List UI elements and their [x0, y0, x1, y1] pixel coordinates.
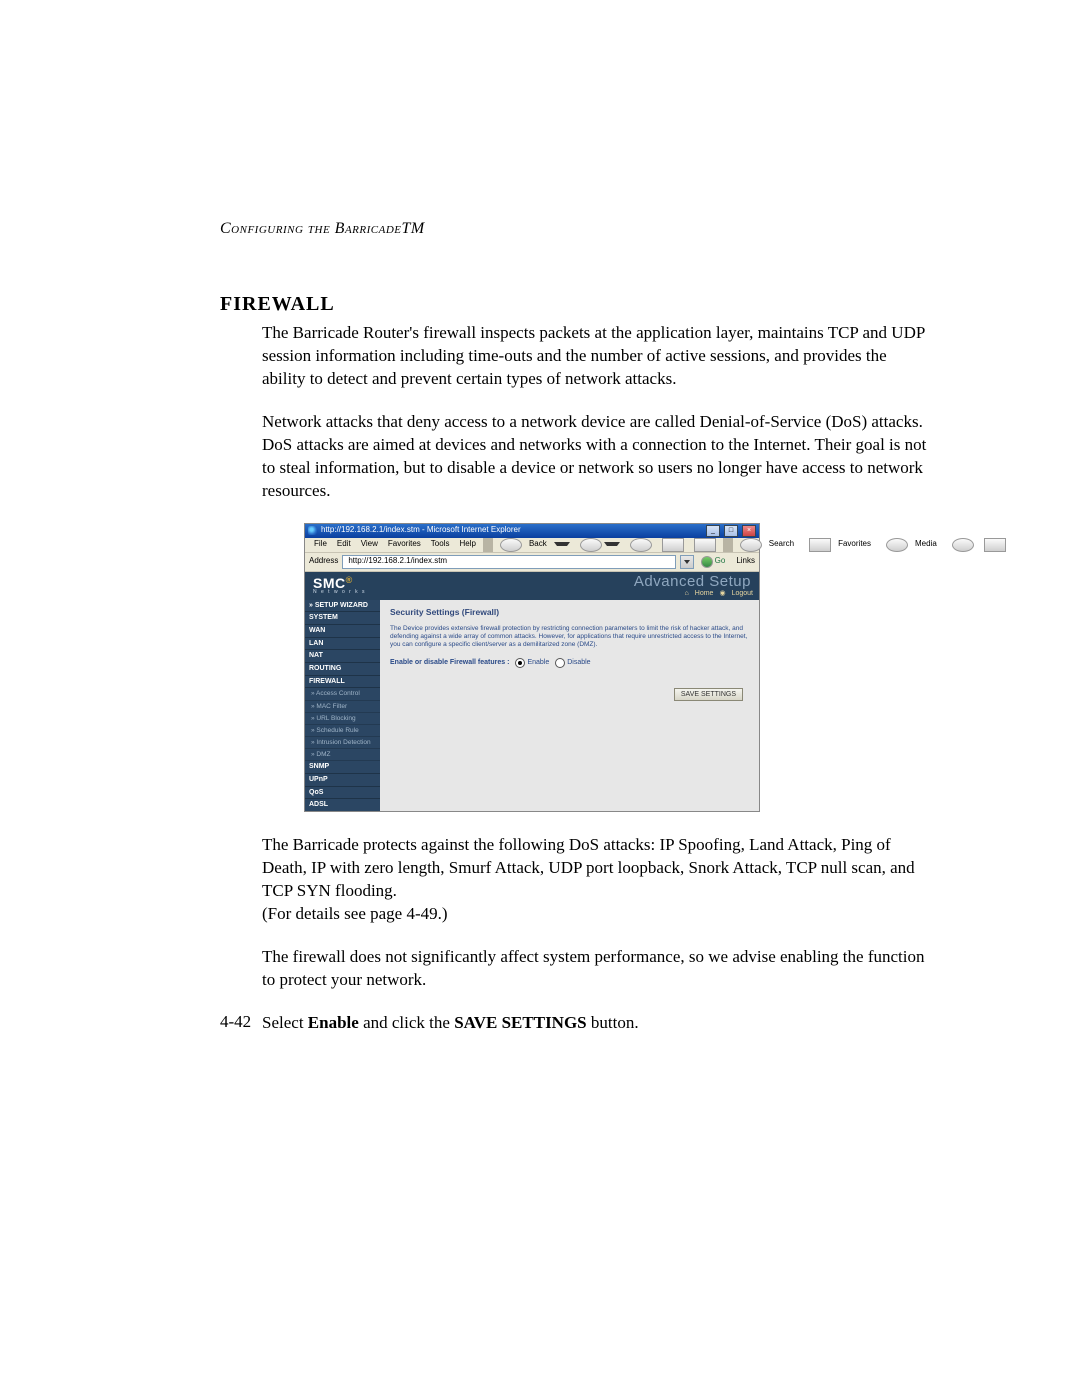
nav-url-blocking[interactable]: » URL Blocking — [305, 713, 380, 725]
close-button[interactable]: × — [742, 525, 756, 537]
nav-firewall[interactable]: FIREWALL — [305, 676, 380, 689]
logout-link[interactable]: Logout — [732, 590, 753, 598]
nav-nat[interactable]: NAT — [305, 650, 380, 663]
home-icon — [694, 538, 716, 552]
radio-icon — [555, 658, 565, 668]
forward-icon — [580, 538, 602, 552]
nav-access-control[interactable]: » Access Control — [305, 688, 380, 700]
titlebar: http://192.168.2.1/index.stm - Microsoft… — [305, 524, 759, 538]
menu-favorites[interactable]: Favorites — [383, 539, 426, 550]
links-label[interactable]: Links — [736, 557, 755, 566]
radio-icon — [515, 658, 525, 668]
ie-icon — [308, 526, 317, 535]
nav-schedule-rule[interactable]: » Schedule Rule — [305, 725, 380, 737]
nav-intrusion-detection[interactable]: » Intrusion Detection — [305, 737, 380, 749]
address-bar: Address http://192.168.2.1/index.stm Go … — [305, 553, 759, 572]
search-icon — [740, 538, 762, 552]
favorites-button[interactable]: Favorites — [804, 537, 881, 553]
nav-mac-filter[interactable]: » MAC Filter — [305, 701, 380, 713]
section-banner: Advanced Setup — [634, 574, 751, 591]
router-nav: » SETUP WIZARD SYSTEM WAN LAN NAT ROUTIN… — [305, 600, 380, 811]
home-link[interactable]: Home — [695, 590, 714, 598]
stop-button[interactable] — [625, 537, 657, 553]
stop-icon — [630, 538, 652, 552]
window-title: http://192.168.2.1/index.stm - Microsoft… — [321, 526, 521, 535]
chevron-down-icon — [604, 542, 620, 548]
search-button[interactable]: Search — [735, 537, 804, 553]
menu-edit[interactable]: Edit — [332, 539, 356, 550]
section-title: FIREWALL — [220, 293, 930, 316]
main-description: The Device provides extensive firewall p… — [390, 625, 749, 648]
media-button[interactable]: Media — [881, 537, 947, 553]
router-header: SMC® N e t w o r k s Advanced Setup ⌂ Ho… — [305, 572, 759, 600]
nav-dmz[interactable]: » DMZ — [305, 749, 380, 761]
address-input[interactable]: http://192.168.2.1/index.stm — [342, 555, 675, 569]
save-settings-button[interactable]: SAVE SETTINGS — [674, 688, 743, 701]
refresh-icon — [662, 538, 684, 552]
forward-button[interactable] — [575, 537, 625, 553]
nav-lan[interactable]: LAN — [305, 638, 380, 651]
mail-icon — [984, 538, 1006, 552]
paragraph-3: The Barricade protects against the follo… — [262, 834, 930, 926]
star-icon — [809, 538, 831, 552]
home-icon: ⌂ — [685, 590, 689, 598]
history-button[interactable] — [947, 537, 979, 553]
paragraph-4: The firewall does not significantly affe… — [262, 946, 930, 992]
chevron-down-icon — [554, 542, 570, 548]
logout-icon: ◉ — [719, 590, 725, 598]
nav-snmp[interactable]: SNMP — [305, 761, 380, 774]
nav-adsl[interactable]: ADSL — [305, 799, 380, 811]
nav-wan[interactable]: WAN — [305, 625, 380, 638]
back-icon — [500, 538, 522, 552]
mail-button[interactable] — [979, 537, 1011, 553]
nav-qos[interactable]: QoS — [305, 787, 380, 800]
menu-tools[interactable]: Tools — [426, 539, 455, 550]
media-icon — [886, 538, 908, 552]
menu-file[interactable]: File — [309, 539, 332, 550]
menubar: File Edit View Favorites Tools Help Back — [305, 538, 759, 553]
nav-system[interactable]: SYSTEM — [305, 612, 380, 625]
control-label: Enable or disable Firewall features : — [390, 659, 509, 667]
running-header: Configuring the BarricadeTM — [220, 220, 930, 238]
nav-upnp[interactable]: UPnP — [305, 774, 380, 787]
nav-routing[interactable]: ROUTING — [305, 663, 380, 676]
minimize-button[interactable]: _ — [706, 525, 720, 537]
screenshot-ie-window: http://192.168.2.1/index.stm - Microsoft… — [304, 523, 760, 812]
paragraph-2: Network attacks that deny access to a ne… — [262, 411, 930, 503]
radio-enable[interactable]: Enable — [515, 658, 549, 668]
radio-disable[interactable]: Disable — [555, 658, 590, 668]
menu-view[interactable]: View — [356, 539, 383, 550]
go-button[interactable]: Go — [698, 556, 729, 568]
address-label: Address — [309, 557, 338, 566]
refresh-button[interactable] — [657, 537, 689, 553]
main-title: Security Settings (Firewall) — [390, 608, 749, 617]
go-icon — [701, 556, 713, 568]
paragraph-5: Select Enable and click the SAVE SETTING… — [262, 1012, 930, 1035]
page-number: 4-42 — [220, 1012, 251, 1032]
back-button[interactable]: Back — [495, 537, 575, 553]
history-icon — [952, 538, 974, 552]
brand-subtitle: N e t w o r k s — [313, 590, 366, 596]
maximize-button[interactable]: □ — [724, 525, 738, 537]
home-button[interactable] — [689, 537, 721, 553]
address-value: http://192.168.2.1/index.stm — [348, 557, 447, 566]
chevron-down-icon — [684, 560, 690, 564]
nav-setup-wizard[interactable]: » SETUP WIZARD — [305, 600, 380, 613]
menu-help[interactable]: Help — [454, 539, 480, 550]
address-dropdown[interactable] — [680, 555, 694, 569]
paragraph-1: The Barricade Router's firewall inspects… — [262, 322, 930, 391]
router-main: Security Settings (Firewall) The Device … — [380, 600, 759, 811]
